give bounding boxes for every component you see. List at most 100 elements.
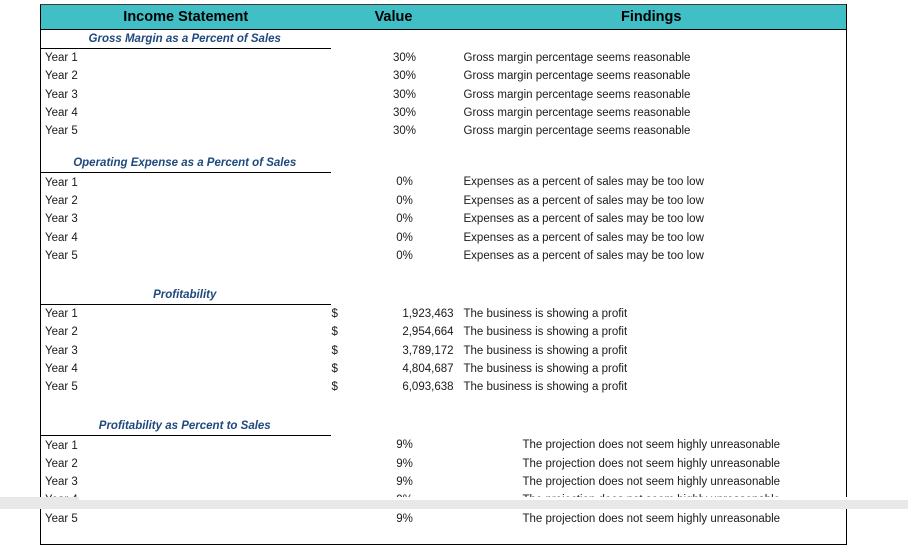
row-label-cell: Year 2 xyxy=(40,191,331,211)
table-row[interactable]: Year 3 0% Expenses as a percent of sales m… xyxy=(40,210,848,229)
row-label-cell: Year 1 xyxy=(40,172,331,192)
table-row[interactable]: Year 4 $4,804,687 The business is showing … xyxy=(40,359,848,379)
table-row[interactable]: Year 5 9% The projection does not seem hig… xyxy=(40,509,848,528)
spacer-cell xyxy=(40,140,331,155)
bottom-strip-gap xyxy=(79,497,908,500)
table-row[interactable]: Year 1 $1,923,463 The business is showing … xyxy=(40,304,848,324)
column-header-value: Value xyxy=(330,4,457,30)
table-row[interactable]: Year 2 30% Gross margin percentage seems r… xyxy=(40,67,848,86)
currency-symbol-cell xyxy=(331,210,353,228)
row-label-cell: Year 1 xyxy=(40,304,331,324)
currency-symbol-cell: $ xyxy=(331,363,338,375)
finding-cell: Gross margin percentage seems reasonable xyxy=(456,85,848,104)
spacer-cell xyxy=(456,140,848,155)
finding-cell: Gross margin percentage seems reasonable xyxy=(456,122,848,141)
finding-cell: Expenses as a percent of sales may be to… xyxy=(456,228,848,247)
section-title-filler xyxy=(331,286,353,305)
currency-symbol-cell xyxy=(331,122,353,140)
table-row[interactable]: Year 5 $6,093,638 The business is showing … xyxy=(40,378,848,397)
finding-cell: Gross margin percentage seems reasonable xyxy=(456,67,848,86)
currency-symbol-cell xyxy=(331,104,353,122)
value-cell: 3,789,172 xyxy=(402,344,454,357)
finding-cell: Gross margin percentage seems reasonable xyxy=(456,48,848,68)
section-spacer-row xyxy=(40,396,848,418)
spacer-cell xyxy=(353,140,457,154)
table-row[interactable]: Year 3 9% The projection does not seem hig… xyxy=(40,473,848,492)
section-title-filler xyxy=(353,30,457,49)
spacer-cell xyxy=(331,140,353,154)
row-label-cell: Year 5 xyxy=(40,246,331,265)
section-title-row: Operating Expense as a Percent of Sales xyxy=(40,154,848,174)
finding-cell: The business is showing a profit xyxy=(456,378,848,397)
table-row[interactable]: Year 1 0% Expenses as a percent of sales m… xyxy=(40,172,848,192)
row-label-cell: Year 2 xyxy=(40,454,331,474)
section-spacer-row xyxy=(40,140,848,155)
section-title: Profitability as Percent to Sales xyxy=(40,417,331,437)
table-row[interactable]: Year 4 30% Gross margin percentage seems r… xyxy=(40,103,848,123)
currency-symbol-cell xyxy=(331,228,353,246)
bottom-edge-cell xyxy=(40,527,331,545)
currency-symbol-cell xyxy=(331,473,353,491)
value-cell: 9% xyxy=(396,512,413,525)
value-cell: 30% xyxy=(392,51,417,64)
value-cell: 0% xyxy=(396,249,413,262)
value-cell: 30% xyxy=(392,88,417,101)
spacer-cell xyxy=(40,396,331,418)
currency-symbol-cell xyxy=(331,192,353,210)
table-row[interactable]: Year 4 0% Expenses as a percent of sales m… xyxy=(40,228,848,247)
value-cell: 9% xyxy=(396,439,413,452)
finding-cell: Expenses as a percent of sales may be to… xyxy=(456,172,848,192)
table-row[interactable]: Year 5 30% Gross margin percentage seems r… xyxy=(40,122,848,141)
finding-cell: The business is showing a profit xyxy=(456,323,848,342)
section-title: Gross Margin as a Percent of Sales xyxy=(40,29,331,49)
value-cell: 6,093,638 xyxy=(402,381,454,394)
spacer-cell xyxy=(353,265,457,286)
finding-cell: The projection does not seem highly unre… xyxy=(456,454,848,474)
finding-cell: The projection does not seem highly unre… xyxy=(456,509,848,528)
column-header-findings: Findings xyxy=(456,4,848,30)
window-bottom-strip xyxy=(0,497,908,509)
section-title-row: Gross Margin as a Percent of Sales xyxy=(40,29,848,49)
table-row[interactable]: Year 1 9% The projection does not seem hig… xyxy=(40,435,848,455)
row-label-cell: Year 3 xyxy=(40,473,331,492)
section-title-filler xyxy=(456,285,848,305)
section-title-row: Profitability as Percent to Sales xyxy=(40,417,848,437)
row-label-cell: Year 1 xyxy=(40,48,331,68)
value-cell: 2,954,664 xyxy=(402,326,454,339)
spreadsheet-canvas: Income Statement Value Findings Gross Ma… xyxy=(0,0,908,545)
table-row[interactable]: Year 2 9% The projection does not seem hig… xyxy=(40,454,848,474)
table-row[interactable]: Year 1 30% Gross margin percentage seems r… xyxy=(40,48,848,68)
row-label-cell: Year 4 xyxy=(40,103,331,123)
row-label-cell: Year 3 xyxy=(40,210,331,229)
finding-cell: Expenses as a percent of sales may be to… xyxy=(456,246,848,265)
row-label-cell: Year 4 xyxy=(40,359,331,379)
spacer-cell xyxy=(353,396,457,417)
table-row[interactable]: Year 5 0% Expenses as a percent of sales m… xyxy=(40,246,848,265)
section-title-filler xyxy=(331,417,353,436)
table-row[interactable]: Year 2 0% Expenses as a percent of sales m… xyxy=(40,191,848,211)
section-title-filler xyxy=(353,286,457,305)
section-title-filler xyxy=(456,154,848,173)
section-title-filler xyxy=(331,154,353,173)
row-label-cell: Year 1 xyxy=(40,435,331,455)
bottom-edge-cell xyxy=(330,527,353,545)
table-row[interactable]: Year 3 30% Gross margin percentage seems r… xyxy=(40,85,848,104)
currency-symbol-cell: $ xyxy=(331,381,338,394)
section-title-filler xyxy=(456,29,848,49)
value-cell: 30% xyxy=(392,107,417,120)
finding-cell: The projection does not seem highly unre… xyxy=(456,473,848,492)
section-title-filler xyxy=(331,30,353,49)
currency-symbol-cell: $ xyxy=(331,307,338,320)
spacer-cell xyxy=(331,265,353,286)
currency-symbol-cell: $ xyxy=(331,326,338,339)
spacer-cell xyxy=(40,264,331,286)
table-row[interactable]: Year 2 $2,954,664 The business is showing … xyxy=(40,323,848,342)
row-label-cell: Year 3 xyxy=(40,85,331,104)
table-bottom-edge-row xyxy=(40,527,848,545)
currency-symbol-cell xyxy=(331,247,353,265)
section-title-filler xyxy=(353,417,457,436)
value-cell: 0% xyxy=(396,194,413,207)
table-row[interactable]: Year 3 $3,789,172 The business is showing … xyxy=(40,341,848,360)
currency-symbol-cell xyxy=(331,49,353,68)
section-title-filler xyxy=(353,154,457,173)
